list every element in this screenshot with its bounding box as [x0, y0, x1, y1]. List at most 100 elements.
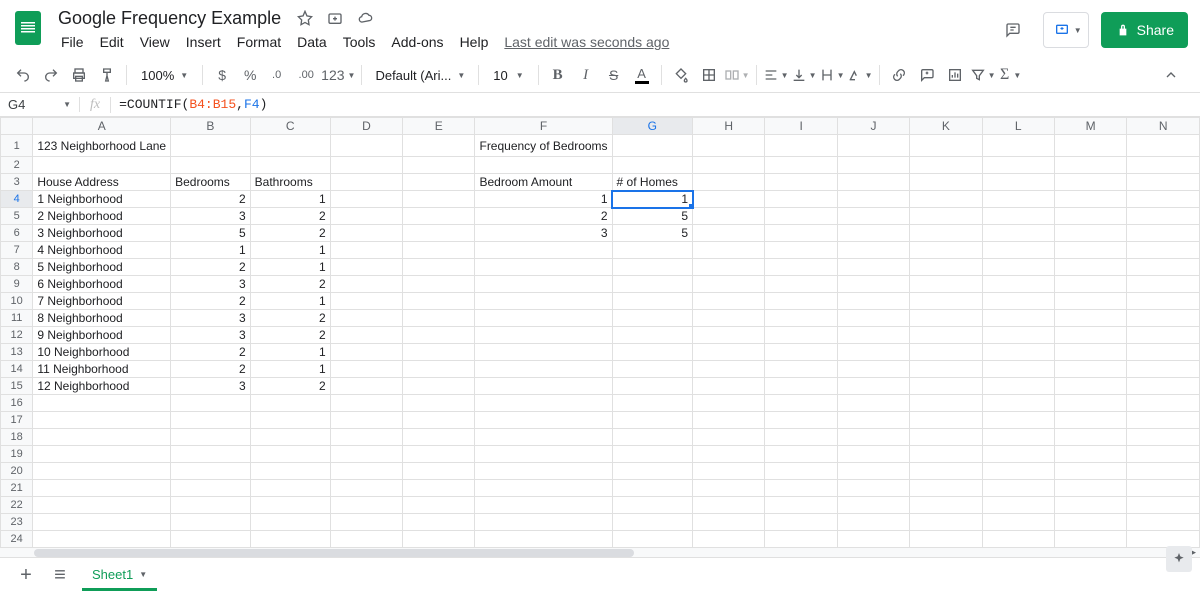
cell-J1[interactable] — [837, 135, 909, 157]
cell-B15[interactable]: 3 — [171, 378, 251, 395]
column-header-K[interactable]: K — [910, 118, 982, 135]
explore-button[interactable] — [1166, 546, 1192, 572]
cell-C18[interactable] — [250, 429, 330, 446]
cell-F22[interactable] — [475, 497, 612, 514]
cell-L20[interactable] — [982, 463, 1054, 480]
cell-B16[interactable] — [171, 395, 251, 412]
number-format-select[interactable]: 123▼ — [321, 62, 355, 88]
cell-J4[interactable] — [837, 191, 909, 208]
cell-G20[interactable] — [612, 463, 692, 480]
cell-F23[interactable] — [475, 514, 612, 531]
cell-K13[interactable] — [910, 344, 982, 361]
cell-J16[interactable] — [837, 395, 909, 412]
cell-L4[interactable] — [982, 191, 1054, 208]
cell-A14[interactable]: 11 Neighborhood — [33, 361, 171, 378]
cell-F19[interactable] — [475, 446, 612, 463]
cell-K5[interactable] — [910, 208, 982, 225]
bold-icon[interactable]: B — [545, 62, 571, 88]
move-icon[interactable] — [325, 8, 345, 28]
cell-F1[interactable]: Frequency of Bedrooms — [475, 135, 612, 157]
cell-G1[interactable] — [612, 135, 692, 157]
cell-L3[interactable] — [982, 174, 1054, 191]
row-header-7[interactable]: 7 — [1, 242, 33, 259]
cloud-icon[interactable] — [355, 8, 375, 28]
cell-I7[interactable] — [765, 242, 837, 259]
cell-K19[interactable] — [910, 446, 982, 463]
cell-M14[interactable] — [1054, 361, 1127, 378]
row-header-10[interactable]: 10 — [1, 293, 33, 310]
row-header-12[interactable]: 12 — [1, 327, 33, 344]
cell-B23[interactable] — [171, 514, 251, 531]
cell-E8[interactable] — [403, 259, 475, 276]
cell-B13[interactable]: 2 — [171, 344, 251, 361]
cell-E20[interactable] — [403, 463, 475, 480]
cell-H18[interactable] — [693, 429, 765, 446]
cell-K14[interactable] — [910, 361, 982, 378]
column-header-M[interactable]: M — [1054, 118, 1127, 135]
menu-addons[interactable]: Add-ons — [384, 31, 450, 53]
column-header-I[interactable]: I — [765, 118, 837, 135]
cell-M21[interactable] — [1054, 480, 1127, 497]
cell-L10[interactable] — [982, 293, 1054, 310]
cell-D5[interactable] — [330, 208, 402, 225]
column-header-J[interactable]: J — [837, 118, 909, 135]
cell-A15[interactable]: 12 Neighborhood — [33, 378, 171, 395]
borders-icon[interactable] — [696, 62, 722, 88]
cell-G19[interactable] — [612, 446, 692, 463]
cell-D8[interactable] — [330, 259, 402, 276]
cell-J21[interactable] — [837, 480, 909, 497]
cell-D15[interactable] — [330, 378, 402, 395]
cell-E4[interactable] — [403, 191, 475, 208]
cell-B7[interactable]: 1 — [171, 242, 251, 259]
cell-C3[interactable]: Bathrooms — [250, 174, 330, 191]
cell-A4[interactable]: 1 Neighborhood — [33, 191, 171, 208]
print-icon[interactable] — [66, 62, 92, 88]
cell-E18[interactable] — [403, 429, 475, 446]
cell-D4[interactable] — [330, 191, 402, 208]
row-header-20[interactable]: 20 — [1, 463, 33, 480]
cell-K16[interactable] — [910, 395, 982, 412]
cell-F14[interactable] — [475, 361, 612, 378]
cell-A5[interactable]: 2 Neighborhood — [33, 208, 171, 225]
cell-C10[interactable]: 1 — [250, 293, 330, 310]
column-header-B[interactable]: B — [171, 118, 251, 135]
link-icon[interactable] — [886, 62, 912, 88]
cell-M24[interactable] — [1054, 531, 1127, 548]
cell-F11[interactable] — [475, 310, 612, 327]
redo-icon[interactable] — [38, 62, 64, 88]
cell-M18[interactable] — [1054, 429, 1127, 446]
cell-I16[interactable] — [765, 395, 837, 412]
cell-K22[interactable] — [910, 497, 982, 514]
cell-F20[interactable] — [475, 463, 612, 480]
cell-M15[interactable] — [1054, 378, 1127, 395]
cell-F8[interactable] — [475, 259, 612, 276]
cell-N1[interactable] — [1127, 135, 1200, 157]
valign-icon[interactable]: ▼ — [791, 62, 817, 88]
cell-L17[interactable] — [982, 412, 1054, 429]
row-header-18[interactable]: 18 — [1, 429, 33, 446]
cell-A8[interactable]: 5 Neighborhood — [33, 259, 171, 276]
cell-N23[interactable] — [1127, 514, 1200, 531]
cell-A20[interactable] — [33, 463, 171, 480]
menu-view[interactable]: View — [133, 31, 177, 53]
column-header-H[interactable]: H — [693, 118, 765, 135]
cell-M23[interactable] — [1054, 514, 1127, 531]
cell-A21[interactable] — [33, 480, 171, 497]
cell-A23[interactable] — [33, 514, 171, 531]
cell-F10[interactable] — [475, 293, 612, 310]
cell-N9[interactable] — [1127, 276, 1200, 293]
currency-button[interactable]: $ — [209, 62, 235, 88]
cell-B10[interactable]: 2 — [171, 293, 251, 310]
cell-D11[interactable] — [330, 310, 402, 327]
cell-J20[interactable] — [837, 463, 909, 480]
cell-E1[interactable] — [403, 135, 475, 157]
cell-F4[interactable]: 1 — [475, 191, 612, 208]
column-header-G[interactable]: G — [612, 118, 692, 135]
cell-L23[interactable] — [982, 514, 1054, 531]
cell-E2[interactable] — [403, 157, 475, 174]
cell-F18[interactable] — [475, 429, 612, 446]
horizontal-scrollbar[interactable]: ◀▶ — [0, 547, 1200, 557]
percent-button[interactable]: % — [237, 62, 263, 88]
cell-I8[interactable] — [765, 259, 837, 276]
cell-E15[interactable] — [403, 378, 475, 395]
